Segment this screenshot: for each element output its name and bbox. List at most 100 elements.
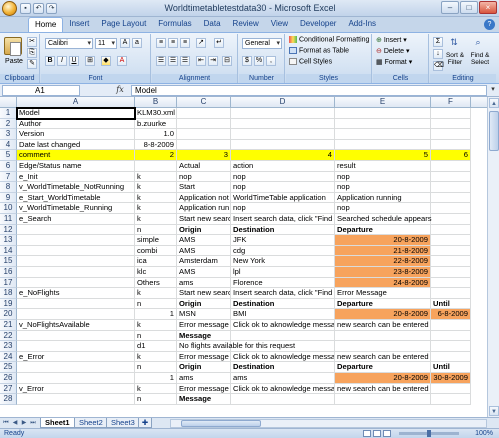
select-all-corner[interactable] [0, 97, 17, 108]
cell-b6[interactable] [135, 161, 177, 172]
cell-a22[interactable] [17, 330, 135, 342]
cell-a19[interactable] [17, 298, 135, 310]
cell-d16[interactable]: lpl [231, 267, 335, 278]
cell-b21[interactable]: k [135, 320, 177, 331]
cell-f8[interactable] [431, 182, 471, 193]
cell-e11[interactable]: Searched schedule appears [335, 214, 432, 225]
borders-icon[interactable]: ⊞ [85, 56, 95, 66]
cell-d4[interactable] [231, 139, 335, 151]
cell-e5[interactable]: 5 [335, 150, 431, 161]
tab-developer[interactable]: Developer [294, 17, 342, 32]
cell-e12[interactable]: Departure [335, 224, 431, 236]
cell-d2[interactable] [231, 118, 335, 130]
cell-c26[interactable]: ams [177, 373, 231, 384]
cell-e19[interactable]: Departure [335, 298, 431, 310]
cell-f12[interactable] [431, 224, 471, 236]
cell-a4[interactable]: Date last changed [17, 139, 135, 151]
cell-b12[interactable]: n [135, 224, 177, 236]
align-left-icon[interactable]: ☰ [156, 56, 166, 66]
tab-data[interactable]: Data [198, 17, 227, 32]
cell-a2[interactable]: Author [17, 118, 135, 130]
cell-f25[interactable]: Until [431, 362, 471, 373]
font-color-icon[interactable]: A [117, 56, 127, 66]
cell-f9[interactable] [431, 192, 471, 204]
sort-filter-button[interactable]: Sort & Filter [444, 52, 466, 66]
cell-a7[interactable]: e_Init [17, 171, 135, 183]
number-format-dropdown[interactable]: General [242, 38, 282, 49]
format-painter-icon[interactable]: ✎ [27, 59, 37, 69]
cell-b23[interactable]: d1 [135, 341, 177, 352]
cell-c10[interactable]: Application run [177, 203, 231, 214]
cell-c24[interactable]: Error message [177, 351, 231, 363]
cell-c16[interactable]: AMS [177, 267, 231, 278]
row-header-21[interactable]: 21 [0, 320, 17, 331]
cell-f2[interactable] [431, 118, 471, 130]
cell-d15[interactable]: New York [231, 256, 335, 267]
cell-f4[interactable] [431, 139, 471, 151]
cell-e14[interactable]: 21-8-2009 [335, 245, 431, 257]
cell-d10[interactable]: nop [231, 203, 335, 214]
fill-icon[interactable]: ↓ [433, 49, 443, 59]
cell-d17[interactable]: Florence [231, 277, 335, 289]
underline-button[interactable]: U [69, 56, 79, 66]
cell-a18[interactable]: e_NoFlights [17, 288, 135, 299]
cell-e23[interactable] [335, 341, 431, 352]
cell-f3[interactable] [431, 129, 471, 140]
align-bottom-icon[interactable]: ≡ [180, 38, 190, 48]
row-header-23[interactable]: 23 [0, 341, 17, 352]
row-header-28[interactable]: 28 [0, 394, 17, 405]
row-header-8[interactable]: 8 [0, 182, 17, 193]
increase-indent-icon[interactable]: ⇥ [208, 56, 218, 66]
cell-c8[interactable]: Start [177, 182, 231, 193]
row-header-25[interactable]: 25 [0, 362, 17, 373]
cell-e7[interactable]: nop [335, 171, 431, 183]
cell-e16[interactable]: 23-8-2009 [335, 267, 431, 278]
font-name-dropdown[interactable]: Calibri [45, 38, 93, 49]
cell-a6[interactable]: Edge/Status name [17, 161, 135, 172]
cell-e20[interactable]: 20-8-2009 [335, 309, 431, 320]
cell-f28[interactable] [431, 394, 471, 405]
cell-d11[interactable]: Insert search data, click "Find [231, 214, 335, 225]
save-icon[interactable]: ▪ [20, 3, 31, 14]
cell-f15[interactable] [431, 256, 471, 267]
cell-c15[interactable]: Amsterdam [177, 256, 231, 267]
tab-review[interactable]: Review [227, 17, 265, 32]
cell-f13[interactable] [431, 235, 471, 246]
scroll-up-icon[interactable]: ▲ [489, 98, 499, 108]
italic-button[interactable]: I [57, 56, 67, 66]
row-header-12[interactable]: 12 [0, 224, 17, 236]
cell-c27[interactable]: Error message [177, 383, 231, 395]
column-header-c[interactable]: C [177, 97, 231, 108]
format-cells-button[interactable]: ▦ Format ▾ [376, 58, 412, 66]
cell-a9[interactable]: e_Start_WorldTimetable [17, 192, 135, 204]
copy-icon[interactable]: ⎘ [27, 48, 37, 58]
zoom-level[interactable]: 100% [475, 429, 493, 438]
cell-d25[interactable]: Destination [231, 362, 335, 373]
cell-e13[interactable]: 20-8-2009 [335, 235, 431, 246]
name-box[interactable]: A1 [2, 85, 80, 96]
cell-c3[interactable] [177, 129, 231, 140]
cell-e18[interactable]: Error Message [335, 288, 431, 299]
vertical-scroll-thumb[interactable] [489, 111, 499, 151]
cell-d24[interactable]: Click ok to aknowledge messa [231, 351, 335, 363]
sheet-tab-sheet1[interactable]: Sheet1 [40, 418, 75, 428]
cell-a3[interactable]: Version [17, 129, 135, 140]
cell-c4[interactable] [177, 139, 231, 151]
cell-d12[interactable]: Destination [231, 224, 335, 236]
cell-f22[interactable] [431, 330, 471, 342]
currency-button[interactable]: $ [242, 56, 252, 66]
orientation-icon[interactable]: ↗ [196, 38, 206, 48]
row-header-17[interactable]: 17 [0, 277, 17, 289]
cell-e8[interactable]: nop [335, 182, 431, 193]
cell-d23[interactable] [231, 341, 335, 352]
tab-view[interactable]: View [265, 17, 294, 32]
column-header-b[interactable]: B [135, 97, 177, 108]
insert-function-button[interactable]: fx [112, 85, 128, 96]
cell-f11[interactable] [431, 214, 471, 225]
cell-b27[interactable]: k [135, 383, 177, 395]
cell-b13[interactable]: simple [135, 235, 177, 246]
cell-f19[interactable]: Until [431, 298, 471, 310]
grow-font-icon[interactable]: A [120, 38, 130, 48]
cell-a25[interactable] [17, 362, 135, 373]
last-sheet-icon[interactable]: ⏭ [29, 419, 37, 427]
